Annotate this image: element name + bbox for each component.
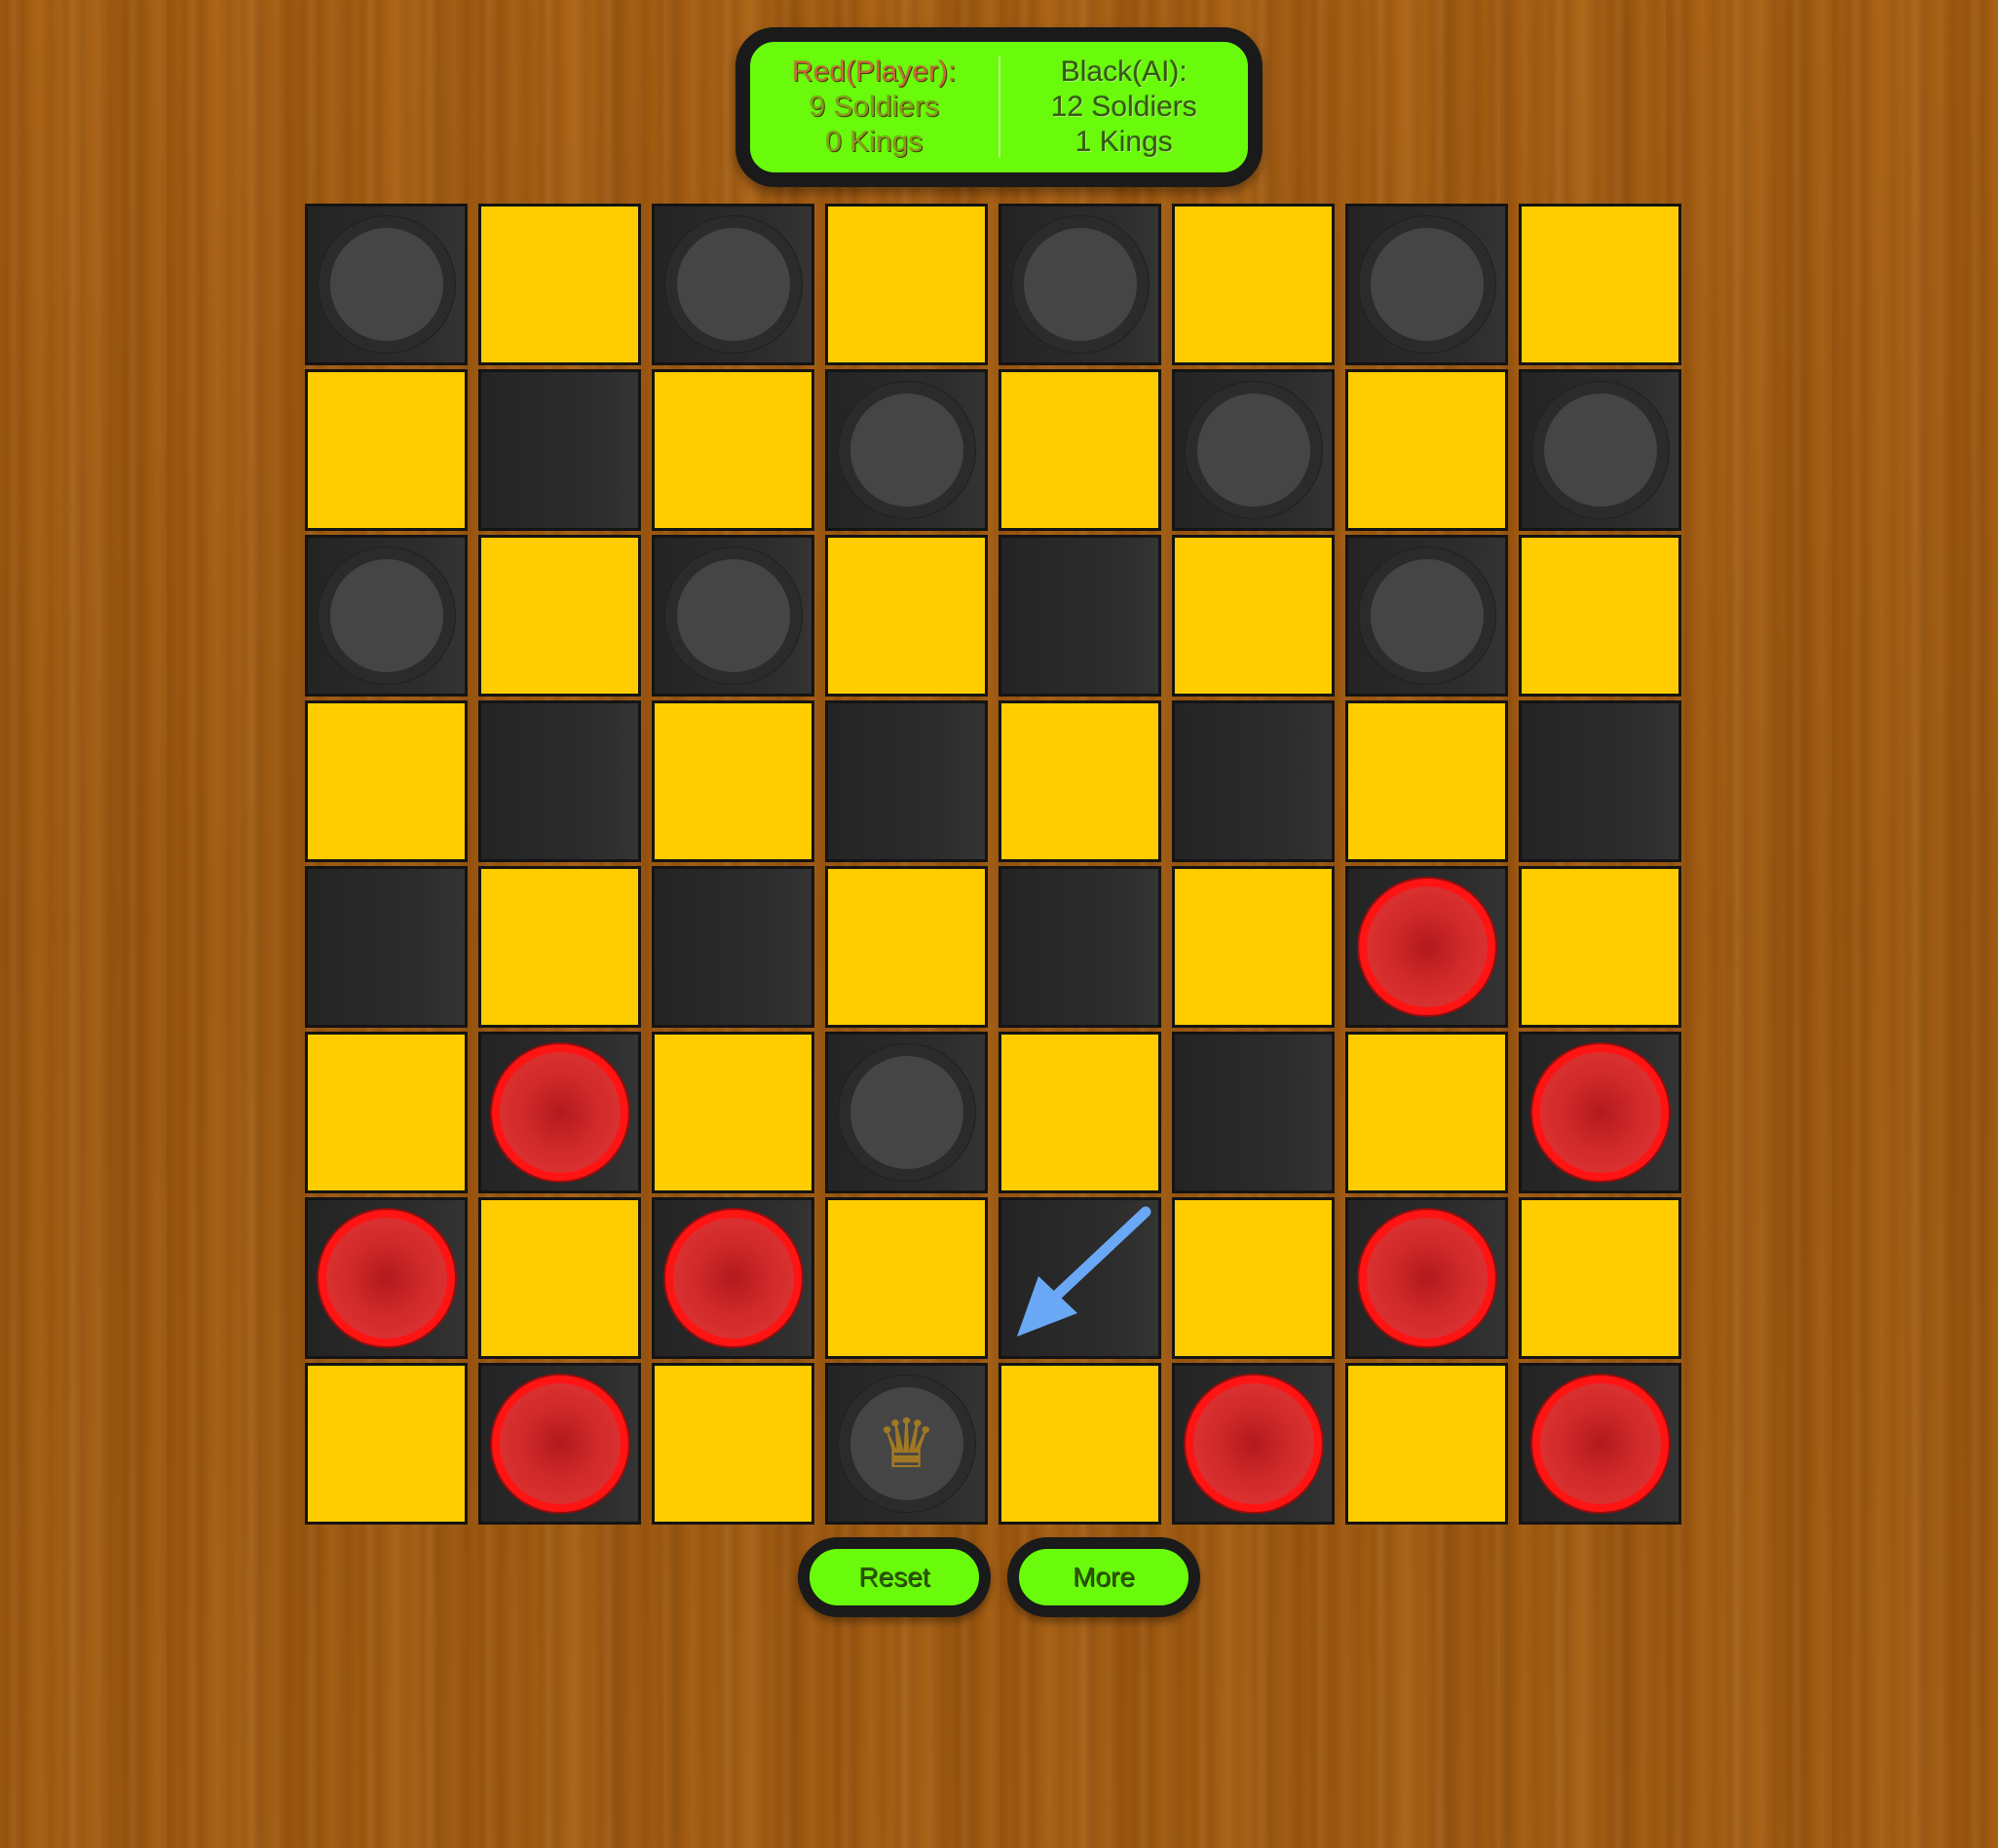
board-square-r6-c6[interactable] xyxy=(1345,1197,1508,1359)
board-square-r3-c4 xyxy=(999,700,1161,862)
board-square-r5-c0 xyxy=(305,1032,468,1193)
black-piece[interactable] xyxy=(1531,382,1669,518)
board-square-r6-c5 xyxy=(1172,1197,1335,1359)
board-square-r4-c5 xyxy=(1172,866,1335,1028)
board-square-r1-c6 xyxy=(1345,369,1508,531)
board-square-r2-c3 xyxy=(825,535,988,697)
red-piece[interactable] xyxy=(1185,1376,1322,1512)
board-square-r5-c2 xyxy=(652,1032,814,1193)
board-square-r4-c7 xyxy=(1519,866,1681,1028)
board-square-r1-c4 xyxy=(999,369,1161,531)
board-square-r7-c5[interactable] xyxy=(1172,1363,1335,1525)
board-square-r5-c7[interactable] xyxy=(1519,1032,1681,1193)
checkers-board: ♛ xyxy=(305,204,1685,1529)
black-ai-title: Black(AI): xyxy=(1060,56,1187,88)
board-square-r2-c2[interactable] xyxy=(652,535,814,697)
board-square-r4-c1 xyxy=(478,866,641,1028)
red-piece[interactable] xyxy=(491,1044,628,1181)
crown-icon: ♛ xyxy=(876,1404,937,1484)
board-square-r2-c0[interactable] xyxy=(305,535,468,697)
black-king[interactable]: ♛ xyxy=(838,1376,975,1512)
board-square-r7-c4 xyxy=(999,1363,1161,1525)
red-kings-count: 0 Kings xyxy=(825,126,924,158)
black-kings-count: 1 Kings xyxy=(1074,126,1173,158)
board-square-r4-c2[interactable] xyxy=(652,866,814,1028)
board-square-r4-c6[interactable] xyxy=(1345,866,1508,1028)
red-piece[interactable] xyxy=(491,1376,628,1512)
board-square-r1-c5[interactable] xyxy=(1172,369,1335,531)
red-piece[interactable] xyxy=(1358,879,1495,1015)
board-square-r0-c7 xyxy=(1519,204,1681,365)
black-piece[interactable] xyxy=(664,216,802,353)
more-button[interactable]: More xyxy=(1007,1537,1200,1617)
board-square-r1-c0 xyxy=(305,369,468,531)
board-square-r1-c1[interactable] xyxy=(478,369,641,531)
board-square-r2-c4[interactable] xyxy=(999,535,1161,697)
board-square-r3-c2 xyxy=(652,700,814,862)
board-square-r7-c7[interactable] xyxy=(1519,1363,1681,1525)
board-square-r1-c3[interactable] xyxy=(825,369,988,531)
board-square-r7-c1[interactable] xyxy=(478,1363,641,1525)
board-square-r3-c7[interactable] xyxy=(1519,700,1681,862)
board-square-r4-c4[interactable] xyxy=(999,866,1161,1028)
black-piece[interactable] xyxy=(1185,382,1322,518)
board-square-r0-c0[interactable] xyxy=(305,204,468,365)
red-player-title: Red(Player): xyxy=(792,56,957,88)
black-piece[interactable] xyxy=(1358,547,1495,684)
red-piece[interactable] xyxy=(1531,1044,1669,1181)
board-square-r0-c6[interactable] xyxy=(1345,204,1508,365)
board-square-r5-c3[interactable] xyxy=(825,1032,988,1193)
board-square-r3-c5[interactable] xyxy=(1172,700,1335,862)
board-square-r5-c4 xyxy=(999,1032,1161,1193)
black-piece[interactable] xyxy=(838,382,975,518)
black-piece[interactable] xyxy=(318,216,455,353)
black-piece[interactable] xyxy=(664,547,802,684)
red-piece[interactable] xyxy=(1531,1376,1669,1512)
board-square-r7-c6 xyxy=(1345,1363,1508,1525)
black-piece[interactable] xyxy=(1358,216,1495,353)
board-square-r1-c2 xyxy=(652,369,814,531)
board-square-r0-c2[interactable] xyxy=(652,204,814,365)
board-square-r3-c1[interactable] xyxy=(478,700,641,862)
board-square-r2-c5 xyxy=(1172,535,1335,697)
reset-button[interactable]: Reset xyxy=(798,1537,991,1617)
red-piece[interactable] xyxy=(664,1210,802,1346)
move-arrow-icon xyxy=(1017,1206,1151,1337)
red-piece[interactable] xyxy=(1358,1210,1495,1346)
board-square-r5-c5[interactable] xyxy=(1172,1032,1335,1193)
board-square-r0-c3 xyxy=(825,204,988,365)
board-square-r6-c1 xyxy=(478,1197,641,1359)
black-piece[interactable] xyxy=(318,547,455,684)
board-square-r2-c1 xyxy=(478,535,641,697)
board-square-r4-c3 xyxy=(825,866,988,1028)
red-player-score: Red(Player): 9 Soldiers 0 Kings xyxy=(750,55,999,160)
board-square-r7-c2 xyxy=(652,1363,814,1525)
board-square-r4-c0[interactable] xyxy=(305,866,468,1028)
board-square-r6-c7 xyxy=(1519,1197,1681,1359)
black-soldiers-count: 12 Soldiers xyxy=(1050,91,1197,123)
board-square-r2-c6[interactable] xyxy=(1345,535,1508,697)
board-square-r5-c6 xyxy=(1345,1032,1508,1193)
board-square-r6-c4[interactable] xyxy=(999,1197,1161,1359)
board-square-r5-c1[interactable] xyxy=(478,1032,641,1193)
board-square-r0-c1 xyxy=(478,204,641,365)
board-square-r6-c3 xyxy=(825,1197,988,1359)
board-square-r2-c7 xyxy=(1519,535,1681,697)
board-square-r1-c7[interactable] xyxy=(1519,369,1681,531)
board-square-r3-c0 xyxy=(305,700,468,862)
board-square-r6-c0[interactable] xyxy=(305,1197,468,1359)
board-square-r6-c2[interactable] xyxy=(652,1197,814,1359)
board-square-r7-c3[interactable]: ♛ xyxy=(825,1363,988,1525)
black-piece[interactable] xyxy=(838,1044,975,1181)
board-square-r0-c5 xyxy=(1172,204,1335,365)
board-square-r7-c0 xyxy=(305,1363,468,1525)
scoreboard: Red(Player): 9 Soldiers 0 Kings Black(AI… xyxy=(735,27,1263,187)
black-piece[interactable] xyxy=(1011,216,1149,353)
board-square-r3-c3[interactable] xyxy=(825,700,988,862)
board-square-r3-c6 xyxy=(1345,700,1508,862)
board-square-r0-c4[interactable] xyxy=(999,204,1161,365)
red-soldiers-count: 9 Soldiers xyxy=(809,91,939,123)
black-ai-score: Black(AI): 12 Soldiers 1 Kings xyxy=(1000,55,1249,160)
red-piece[interactable] xyxy=(318,1210,455,1346)
